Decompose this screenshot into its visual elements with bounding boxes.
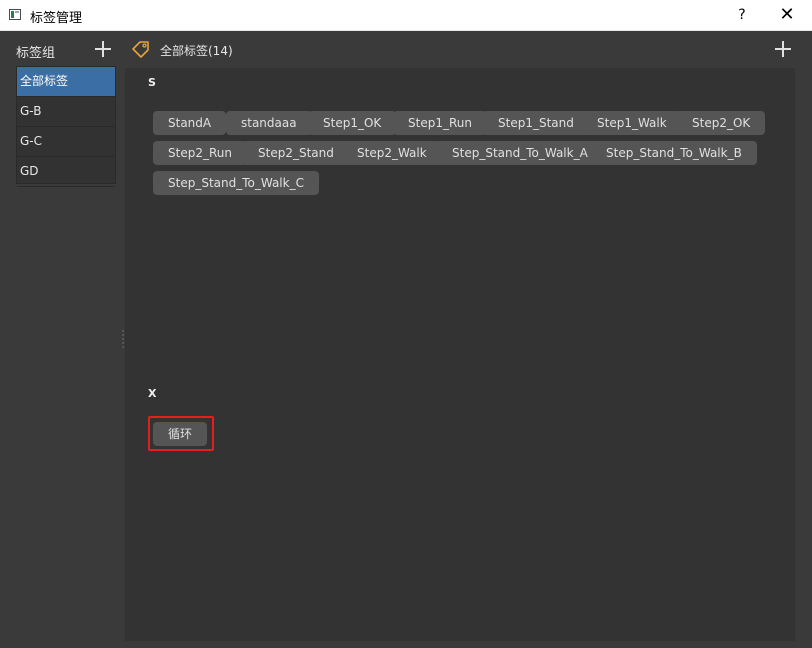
tag-chip[interactable]: Step1_Run [393,111,487,135]
section-label-x: X [148,387,157,400]
tag-group-list: 全部标签 G-B G-C GD [16,66,116,187]
tag-chip[interactable]: standaaa [226,111,312,135]
app-icon [9,9,21,20]
tag-chip[interactable]: Step2_Walk [342,141,442,165]
tag-chip[interactable]: Step2_OK [677,111,766,135]
tag-groups-label: 标签组 [16,46,56,61]
tag-chip[interactable]: Step1_Stand [483,111,589,135]
tag-chip[interactable]: Step_Stand_To_Walk_B [591,141,757,165]
group-item-g-c[interactable]: G-C [17,127,115,157]
tag-content-area: S StandA standaaa Step1_OK Step1_Run Ste… [125,68,795,641]
window-title: 标签管理 [30,11,83,26]
group-item-g-b[interactable]: G-B [17,97,115,127]
tag-chip[interactable]: Step2_Stand [243,141,349,165]
tag-chip[interactable]: StandA [153,111,227,135]
tag-chip[interactable]: Step1_OK [308,111,397,135]
all-tags-count-label: 全部标签(14) [160,44,233,58]
group-item-gd[interactable]: GD [17,157,115,187]
tag-chip[interactable]: Step_Stand_To_Walk_C [153,171,319,195]
help-button[interactable]: ? [730,5,754,27]
add-group-plus-icon[interactable] [95,41,111,57]
section-label-s: S [148,76,156,89]
tag-chip[interactable]: Step_Stand_To_Walk_A [437,141,603,165]
panel-splitter[interactable] [122,330,124,350]
close-button[interactable]: ✕ [771,4,803,28]
group-item-all-tags[interactable]: 全部标签 [17,67,115,97]
add-tag-plus-icon[interactable] [775,41,791,57]
highlight-box [148,416,214,451]
tag-chip[interactable]: Step2_Run [153,141,247,165]
tag-icon [132,41,149,58]
tag-chip[interactable]: Step1_Walk [582,111,682,135]
title-bar: 标签管理 ? ✕ [0,0,812,31]
